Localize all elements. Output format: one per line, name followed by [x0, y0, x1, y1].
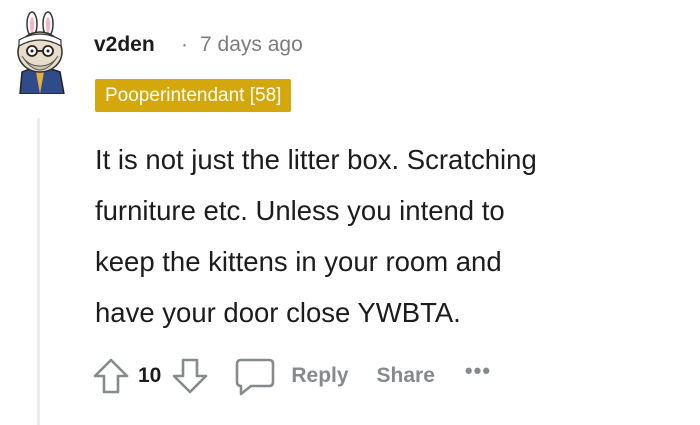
comment-author[interactable]: v2den [94, 33, 155, 57]
upvote-button[interactable] [88, 353, 134, 399]
thread-line[interactable] [37, 118, 40, 425]
comment-line: It is not just the litter box. Scratchin… [95, 144, 537, 175]
reply-button[interactable]: Reply [233, 356, 349, 396]
comment-body: It is not just the litter box. Scratchin… [95, 134, 685, 338]
share-button[interactable]: Share [377, 364, 435, 388]
comment-bubble-icon [236, 358, 275, 396]
upvote-icon [93, 358, 129, 394]
meta-separator: · [181, 33, 188, 56]
more-icon[interactable]: ••• [465, 358, 491, 384]
comment-line: have your door close YWBTA. [95, 297, 461, 328]
comment-timestamp[interactable]: 7 days ago [200, 33, 303, 57]
comment-actions: 10 Reply Share ••• [88, 350, 491, 402]
avatar[interactable] [8, 10, 78, 95]
downvote-icon [173, 358, 208, 394]
vote-score: 10 [138, 364, 162, 387]
reply-label: Reply [291, 364, 349, 387]
user-flair: Pooperintendant [58] [95, 79, 292, 112]
comment-line: keep the kittens in your room and [95, 246, 502, 277]
downvote-button[interactable] [167, 353, 213, 399]
comment-line: furniture etc. Unless you intend to [95, 195, 505, 226]
